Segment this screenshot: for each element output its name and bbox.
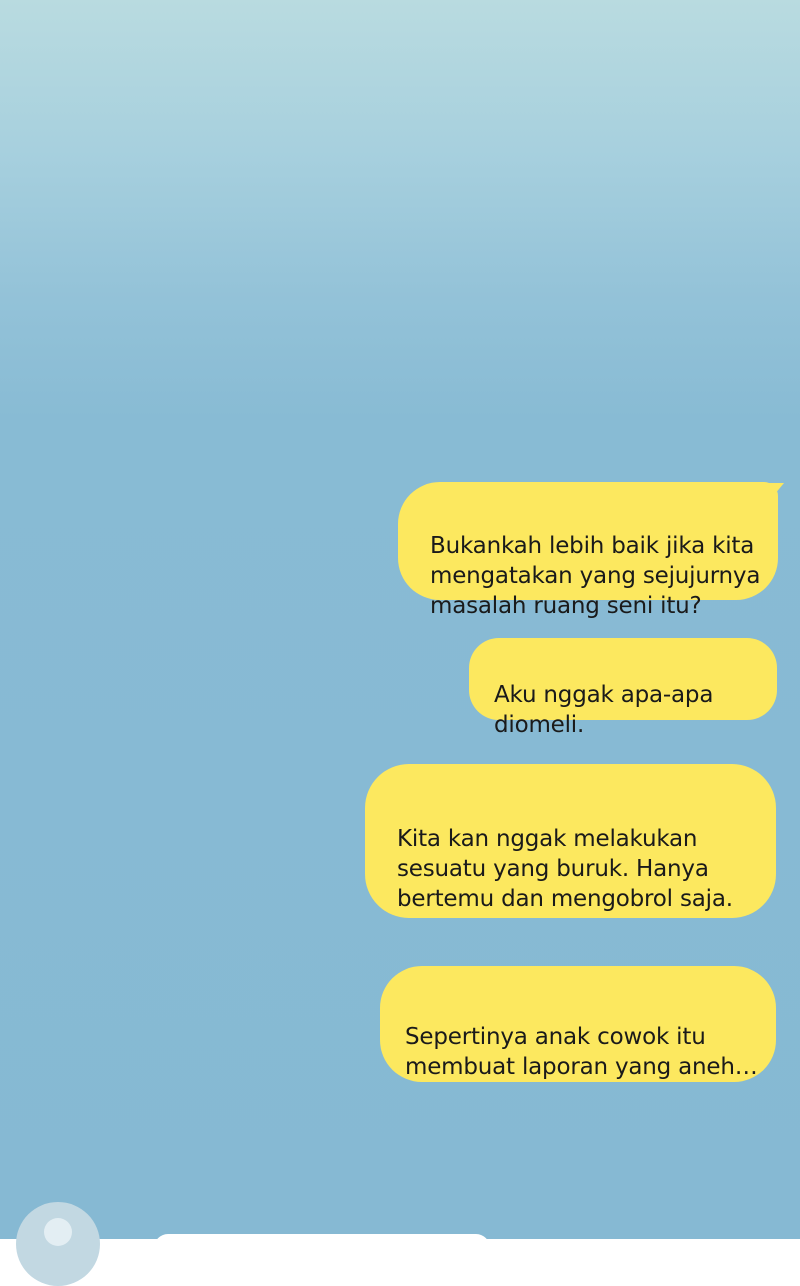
outgoing-message-bubble[interactable]: Aku nggak apa-apa diomeli.: [469, 638, 777, 738]
avatar-head: [44, 1218, 72, 1246]
message-text: Aku nggak apa-apa diomeli.: [494, 682, 714, 738]
user-avatar-icon[interactable]: [16, 1202, 100, 1286]
message-text: Bukankah lebih baik jika kita mengatakan…: [430, 533, 761, 619]
message-text: Kita kan nggak melakukan sesuatu yang bu…: [397, 826, 733, 912]
outgoing-message-bubble[interactable]: Bukankah lebih baik jika kita mengatakan…: [398, 482, 778, 619]
incoming-message-bubble[interactable]: [154, 1234, 490, 1258]
outgoing-message-bubble[interactable]: Kita kan nggak melakukan sesuatu yang bu…: [365, 764, 776, 918]
message-text: Sepertinya anak cowok itu membuat lapora…: [405, 1024, 758, 1080]
outgoing-message-bubble[interactable]: Sepertinya anak cowok itu membuat lapora…: [380, 966, 776, 1082]
